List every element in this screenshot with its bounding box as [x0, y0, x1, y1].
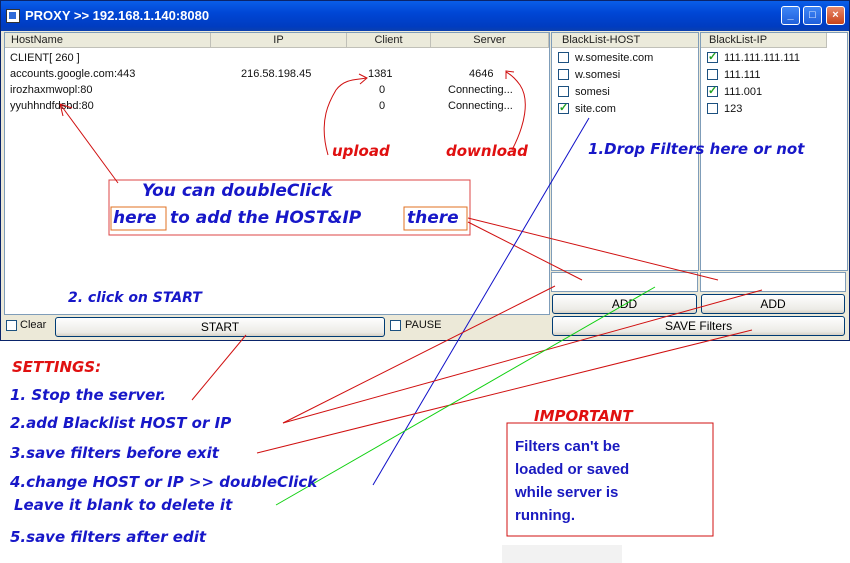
important-line: loaded or saved	[515, 461, 630, 478]
doubleclick-middle: to add the HOST&IP	[170, 208, 362, 228]
click-start-annotation: 2. click on START	[68, 290, 202, 306]
settings-step-2: 2.add Blacklist HOST or IP	[10, 414, 232, 432]
settings-step-3: 3.save filters before exit	[10, 444, 219, 462]
doubleclick-line1: You can doubleClick	[142, 181, 333, 201]
settings-step-4b: Leave it blank to delete it	[14, 496, 233, 514]
upload-annotation: upload	[332, 142, 390, 160]
important-line: Filters can't be	[515, 438, 621, 455]
download-annotation: download	[446, 142, 528, 160]
important-text: Filters can't be loaded or saved while s…	[515, 435, 629, 527]
important-line: running.	[515, 507, 575, 524]
important-title: IMPORTANT	[534, 407, 633, 425]
settings-step-1: 1. Stop the server.	[10, 386, 167, 404]
doubleclick-there: there	[407, 208, 459, 228]
settings-step-4: 4.change HOST or IP >> doubleClick	[10, 473, 318, 491]
important-line: while server is	[515, 484, 619, 501]
settings-title: SETTINGS:	[12, 358, 102, 376]
drop-filters-annotation: 1.Drop Filters here or not	[588, 140, 805, 158]
doubleclick-here: here	[113, 208, 157, 228]
settings-step-5: 5.save filters after edit	[10, 528, 207, 546]
